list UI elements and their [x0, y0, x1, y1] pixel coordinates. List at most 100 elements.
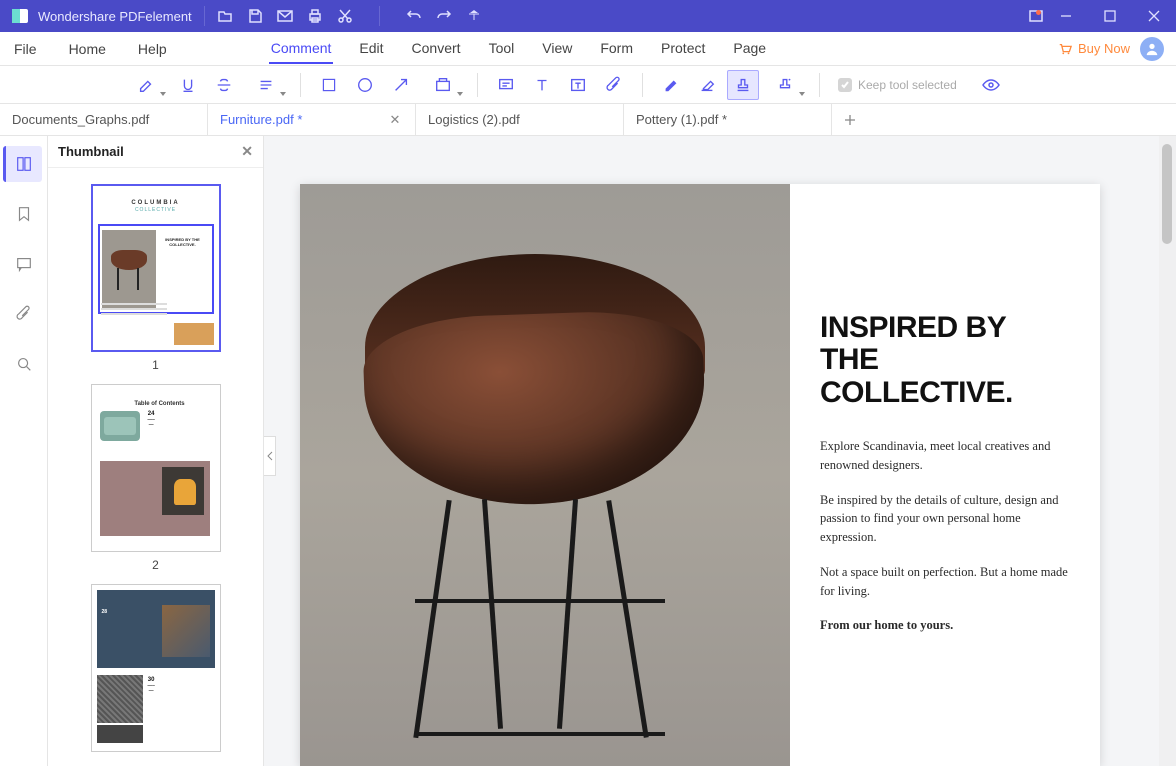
rail-attachments-button[interactable] [6, 296, 42, 332]
thumbnail-image: COLUMBIA COLLECTIVE INSPIRED BY THE COLL… [91, 184, 221, 352]
app-title: Wondershare PDFelement [38, 9, 192, 24]
screenshot-icon[interactable] [1028, 8, 1044, 24]
strikethrough-tool[interactable] [208, 70, 240, 100]
textbox-tool[interactable] [562, 70, 594, 100]
page-view: INSPIRED BYTHE COLLECTIVE. Explore Scand… [300, 184, 1100, 766]
oval-tool[interactable] [349, 70, 381, 100]
collapse-panel-button[interactable] [264, 436, 276, 476]
rail-thumbnail-button[interactable] [3, 146, 42, 182]
menu-protect[interactable]: Protect [659, 34, 707, 63]
main-area: Thumbnail ✕ COLUMBIA COLLECTIVE INSPIRED… [0, 136, 1176, 766]
keep-tool-checkbox[interactable]: Keep tool selected [838, 78, 957, 92]
thumbnail-page-3[interactable]: 28 30━━━━━ [91, 584, 221, 752]
menu-file[interactable]: File [12, 35, 39, 63]
rail-bookmark-button[interactable] [6, 196, 42, 232]
shapes-tool[interactable] [421, 70, 465, 100]
signature-tool[interactable] [763, 70, 807, 100]
tab-pottery[interactable]: Pottery (1).pdf * [624, 104, 832, 135]
app-logo-icon [10, 6, 30, 26]
chair-image [355, 254, 725, 744]
maximize-button[interactable] [1088, 0, 1132, 32]
open-icon[interactable] [217, 8, 233, 24]
mail-icon[interactable] [277, 8, 293, 24]
menu-form[interactable]: Form [598, 34, 635, 63]
underline-tool[interactable] [172, 70, 204, 100]
attachment-tool[interactable] [598, 70, 630, 100]
menu-convert[interactable]: Convert [410, 34, 463, 63]
menu-help[interactable]: Help [136, 35, 169, 63]
separator [477, 73, 478, 97]
thumbnail-title: Thumbnail [58, 144, 124, 159]
scrollbar-track[interactable] [1159, 136, 1176, 766]
toc-label: Table of Contents [106, 401, 214, 407]
tab-label: Documents_Graphs.pdf [12, 112, 149, 127]
scrollbar-thumb[interactable] [1162, 144, 1172, 244]
comment-toolbar: Keep tool selected [0, 66, 1176, 104]
rectangle-tool[interactable] [313, 70, 345, 100]
eraser-tool[interactable] [691, 70, 723, 100]
menu-page[interactable]: Page [731, 34, 768, 63]
buy-now-link[interactable]: Buy Now [1058, 41, 1130, 56]
title-bar: Wondershare PDFelement [0, 0, 1176, 32]
tab-logistics[interactable]: Logistics (2).pdf [416, 104, 624, 135]
note-tool[interactable] [490, 70, 522, 100]
separator [204, 6, 205, 26]
keep-tool-label: Keep tool selected [858, 78, 957, 92]
pencil-tool[interactable] [655, 70, 687, 100]
window-controls [1044, 0, 1176, 32]
side-rail [0, 136, 48, 766]
tab-furniture[interactable]: Furniture.pdf * ✕ [208, 104, 416, 135]
heading: INSPIRED BYTHE COLLECTIVE. [820, 312, 1074, 409]
print-icon[interactable] [307, 8, 323, 24]
thumbnail-page-2[interactable]: Table of Contents 24━━━━━ 2 [91, 384, 221, 572]
brand-sub: COLLECTIVE [99, 207, 213, 213]
thumbnail-header: Thumbnail ✕ [48, 136, 263, 168]
close-icon[interactable]: ✕ [387, 112, 403, 128]
menu-comment[interactable]: Comment [269, 34, 334, 64]
menu-tool[interactable]: Tool [487, 34, 517, 63]
tab-label: Furniture.pdf * [220, 112, 302, 127]
rail-comments-button[interactable] [6, 246, 42, 282]
redo-icon[interactable] [436, 8, 452, 24]
add-tab-button[interactable] [832, 104, 868, 135]
menu-view[interactable]: View [540, 34, 574, 63]
save-icon[interactable] [247, 8, 263, 24]
text-column: INSPIRED BYTHE COLLECTIVE. Explore Scand… [790, 184, 1100, 766]
close-button[interactable] [1132, 0, 1176, 32]
tab-label: Logistics (2).pdf [428, 112, 520, 127]
more-icon[interactable] [466, 8, 482, 24]
thumbnail-list[interactable]: COLUMBIA COLLECTIVE INSPIRED BY THE COLL… [48, 168, 263, 766]
paragraph: From our home to yours. [820, 616, 1074, 635]
arrow-tool[interactable] [385, 70, 417, 100]
paragraph: Explore Scandinavia, meet local creative… [820, 437, 1074, 475]
checkbox-icon [838, 78, 852, 92]
thumbnail-image: 28 30━━━━━ [91, 584, 221, 752]
close-icon[interactable]: ✕ [241, 143, 253, 160]
cut-icon[interactable] [337, 8, 353, 24]
menu-bar: File Home Help Comment Edit Convert Tool… [0, 32, 1176, 66]
thumbnail-page-1[interactable]: COLUMBIA COLLECTIVE INSPIRED BY THE COLL… [91, 184, 221, 372]
rail-search-button[interactable] [6, 346, 42, 382]
tab-documents-graphs[interactable]: Documents_Graphs.pdf [0, 104, 208, 135]
visibility-icon[interactable] [975, 70, 1007, 100]
quick-access-toolbar [217, 6, 482, 26]
caret-tool[interactable] [244, 70, 288, 100]
menu-edit[interactable]: Edit [357, 34, 385, 63]
thumbnail-panel: Thumbnail ✕ COLUMBIA COLLECTIVE INSPIRED… [48, 136, 264, 766]
document-canvas[interactable]: INSPIRED BYTHE COLLECTIVE. Explore Scand… [264, 136, 1176, 766]
tab-label: Pottery (1).pdf * [636, 112, 727, 127]
avatar[interactable] [1140, 37, 1164, 61]
minimize-button[interactable] [1044, 0, 1088, 32]
stamp-tool[interactable] [727, 70, 759, 100]
highlight-tool[interactable] [124, 70, 168, 100]
undo-icon[interactable] [406, 8, 422, 24]
separator [642, 73, 643, 97]
paragraph: Not a space built on perfection. But a h… [820, 563, 1074, 601]
separator [300, 73, 301, 97]
menu-home[interactable]: Home [67, 35, 108, 63]
text-tool[interactable] [526, 70, 558, 100]
paragraph: Be inspired by the details of culture, d… [820, 491, 1074, 547]
thumbnail-image: Table of Contents 24━━━━━ [91, 384, 221, 552]
document-tabs: Documents_Graphs.pdf Furniture.pdf * ✕ L… [0, 104, 1176, 136]
brand-text: COLUMBIA [99, 200, 213, 206]
